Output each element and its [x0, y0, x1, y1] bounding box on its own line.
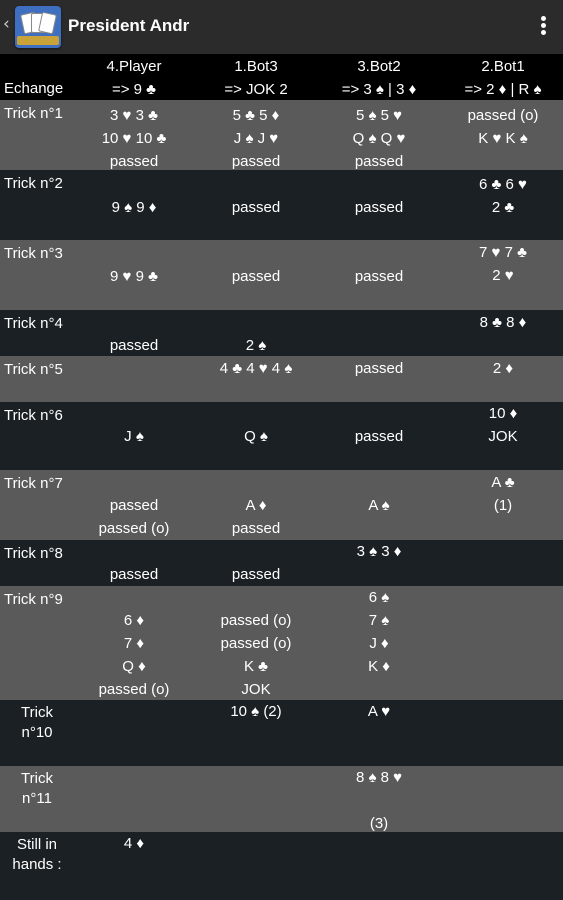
- exchange-cell: => JOK 2: [224, 81, 288, 98]
- trick-cell: 5 ♣ 5 ♦: [232, 107, 280, 124]
- trick-cell: K ♦: [368, 658, 390, 675]
- header-bot1: 2.Bot1: [481, 58, 525, 75]
- trick-label: Trick n°8: [4, 545, 63, 562]
- trick-label: Trick n°1: [4, 105, 63, 122]
- trick-row: Trick n°5 4 ♣ 4 ♥ 4 ♠ passed 2 ♦: [0, 356, 563, 402]
- header-bot2: 3.Bot2: [357, 58, 401, 75]
- trick-cell: JOK: [488, 428, 518, 445]
- trick-label: Trick n°4: [4, 315, 63, 332]
- trick-cell: A ♠: [368, 497, 390, 514]
- trick-cell: passed: [109, 337, 159, 354]
- trick-cell: J ♠ J ♥: [233, 130, 279, 147]
- trick-cell: 7 ♦: [123, 635, 145, 652]
- trick-cell: passed: [354, 199, 404, 216]
- trick-cell: 2 ♥: [492, 267, 514, 284]
- trick-cell: 3 ♠ 3 ♦: [356, 543, 402, 560]
- trick-row: Trick n°1 3 ♥ 3 ♣ 10 ♥ 10 ♣ passed 5 ♣ 5 ♦ J …: [0, 100, 563, 170]
- trick-cell: 4 ♦: [123, 835, 145, 852]
- trick-row: Trick n°6 J ♠ Q ♠ passed 10 ♦ JOK: [0, 402, 563, 470]
- trick-row: Trick n°3 9 ♥ 9 ♣ passed passed 7 ♥ 7 ♣ 2 ♥: [0, 240, 563, 310]
- trick-row: Trick n°7 passed passed (o) A ♦ passed A ♠ A ♣…: [0, 470, 563, 540]
- back-chevron-icon[interactable]: ‹: [3, 14, 10, 34]
- trick-row: Trick n°4 passed 2 ♠ 8 ♣ 8 ♦: [0, 310, 563, 356]
- trick-label: Trick n°10: [21, 704, 53, 741]
- header-bot3: 1.Bot3: [234, 58, 278, 75]
- trick-label: Trick n°6: [4, 407, 63, 424]
- trick-cell: passed (o): [220, 612, 292, 629]
- action-bar: ‹ President Andr: [0, 0, 563, 54]
- trick-row: Still in hands : 4 ♦: [0, 832, 563, 900]
- trick-label: Trick n°9: [4, 591, 63, 608]
- trick-cell: 2 ♠: [245, 337, 267, 354]
- trick-row: Trick n°9 6 ♦ 7 ♦ Q ♦ passed (o) passed (o) pa…: [0, 586, 563, 700]
- exchange-cell: => 3 ♠ | 3 ♦: [341, 81, 417, 98]
- trick-cell: K ♥ K ♠: [478, 130, 528, 147]
- trick-cell: 6 ♣ 6 ♥: [479, 176, 527, 193]
- overflow-menu-icon[interactable]: [533, 14, 553, 40]
- trick-cell: 10 ♦: [488, 405, 518, 422]
- trick-cell: 8 ♣ 8 ♦: [479, 314, 527, 331]
- trick-cell: passed: [354, 268, 404, 285]
- trick-cell: 3 ♥ 3 ♣: [110, 107, 158, 124]
- trick-cell: 9 ♥ 9 ♣: [110, 268, 158, 285]
- trick-cell: passed: [231, 520, 281, 537]
- trick-cell: passed: [231, 566, 281, 583]
- trick-cell: passed: [354, 360, 404, 377]
- trick-cell: 4 ♣ 4 ♥ 4 ♠: [219, 360, 293, 377]
- trick-cell: Q ♦: [122, 658, 146, 675]
- trick-cell: 7 ♥ 7 ♣: [479, 244, 527, 261]
- trick-cell: 7 ♠: [368, 612, 390, 629]
- trick-cell: JOK: [241, 681, 271, 698]
- trick-cell: 6 ♦: [123, 612, 145, 629]
- trick-label: Trick n°11: [21, 770, 53, 807]
- trick-cell: passed: [354, 428, 404, 445]
- trick-cell: passed (o): [220, 635, 292, 652]
- trick-cell: J ♦: [369, 635, 389, 652]
- trick-cell: 2 ♦: [492, 360, 514, 377]
- trick-cell: passed (o): [467, 107, 539, 124]
- trick-cell: 9 ♠ 9 ♦: [111, 199, 157, 216]
- trick-label: Trick n°2: [4, 175, 63, 192]
- exchange-cell: => 2 ♦ | R ♠: [464, 81, 542, 98]
- trick-cell: passed: [109, 497, 159, 514]
- trick-cell: passed (o): [98, 681, 170, 698]
- trick-cell: Q ♠: [244, 428, 268, 445]
- trick-cell: (1): [493, 497, 513, 514]
- trick-cell: K ♣: [243, 658, 269, 675]
- header-row: 4.Player 1.Bot3 3.Bot2 2.Bot1: [0, 54, 563, 77]
- trick-cell: Q ♠ Q ♥: [352, 130, 406, 147]
- exchange-label: Echange: [4, 80, 64, 97]
- trick-row: Trick n°2 9 ♠ 9 ♦ passed passed 6 ♣ 6 ♥ 2 ♣: [0, 170, 563, 240]
- header-player-4: 4.Player: [106, 58, 162, 75]
- trick-cell: 8 ♠ 8 ♥: [355, 769, 403, 786]
- trick-cell: 6 ♠: [368, 589, 390, 606]
- trick-cell: passed: [231, 268, 281, 285]
- trick-label: Still in hands :: [12, 836, 62, 873]
- exchange-cell: => 9 ♣: [111, 81, 157, 98]
- app-icon[interactable]: [15, 6, 61, 48]
- trick-label: Trick n°5: [4, 361, 63, 378]
- app-title: President Andr: [68, 16, 190, 35]
- trick-cell: passed (o): [98, 520, 170, 537]
- trick-row: Trick n°8 passed passed 3 ♠ 3 ♦: [0, 540, 563, 586]
- trick-cell: A ♦: [245, 497, 267, 514]
- trick-cell: 10 ♠ (2): [230, 703, 282, 720]
- trick-cell: A ♣: [491, 474, 515, 491]
- trick-cell: 10 ♥ 10 ♣: [101, 130, 167, 147]
- trick-cell: passed: [231, 199, 281, 216]
- trick-label: Trick n°7: [4, 475, 63, 492]
- exchange-row: Echange => 9 ♣ => JOK 2 => 3 ♠ | 3 ♦ => …: [0, 77, 563, 100]
- trick-row: Trick n°11 8 ♠ 8 ♥ (3): [0, 766, 563, 832]
- trick-label: Trick n°3: [4, 245, 63, 262]
- trick-cell: 5 ♠ 5 ♥: [355, 107, 403, 124]
- trick-cell: 2 ♣: [491, 199, 515, 216]
- trick-cell: A ♥: [367, 703, 391, 720]
- trick-cell: passed: [109, 566, 159, 583]
- trick-row: Trick n°10 10 ♠ (2) A ♥: [0, 700, 563, 766]
- trick-cell: J ♠: [124, 428, 144, 445]
